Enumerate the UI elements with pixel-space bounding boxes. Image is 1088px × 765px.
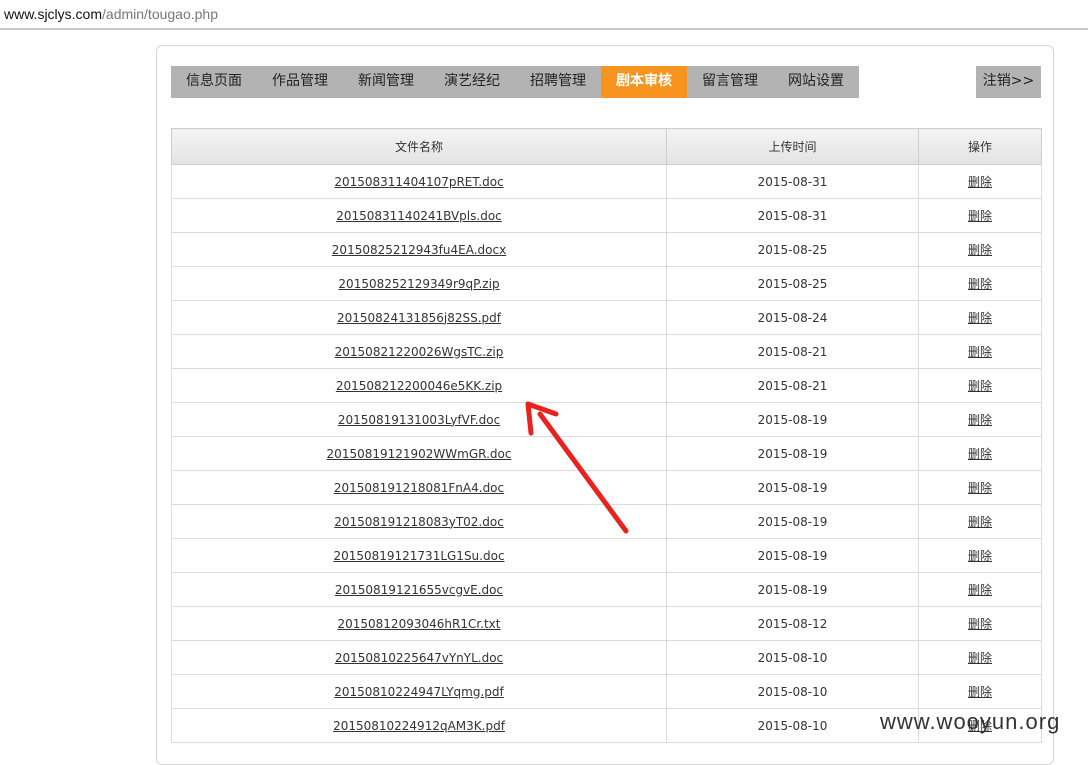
- arrow-shaft: [537, 411, 629, 534]
- watermark: www.wooyun.org: [880, 709, 1061, 734]
- red-arrow-annotation: [525, 401, 629, 534]
